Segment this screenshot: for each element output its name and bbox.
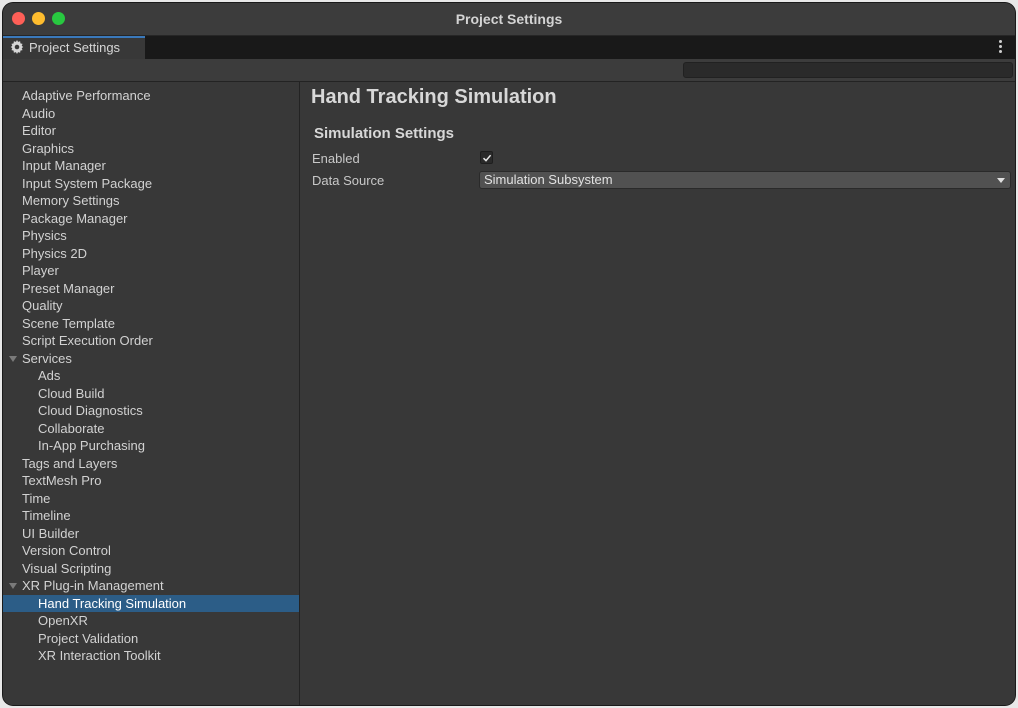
sidebar-item-label: Adaptive Performance xyxy=(22,88,151,103)
more-options-icon[interactable] xyxy=(999,40,1003,54)
tab-bar: Project Settings xyxy=(3,36,1015,59)
search-input[interactable] xyxy=(683,62,1013,78)
sidebar-item-label: In-App Purchasing xyxy=(38,438,145,453)
section-title: Simulation Settings xyxy=(314,125,455,142)
sidebar-item-label: Hand Tracking Simulation xyxy=(38,595,187,611)
data-source-value: Simulation Subsystem xyxy=(484,172,613,187)
sidebar-item-label: Collaborate xyxy=(38,420,105,436)
sidebar-item-label: Ads xyxy=(38,368,61,383)
sidebar-item[interactable]: Cloud Diagnostics xyxy=(3,402,299,420)
sidebar-item[interactable]: Adaptive Performance xyxy=(3,87,299,105)
sidebar-item[interactable]: Hand Tracking Simulation xyxy=(3,594,299,612)
sidebar-item-label: Memory Settings xyxy=(22,193,120,208)
sidebar-item[interactable]: In-App Purchasing xyxy=(3,437,299,455)
sidebar-item-label: UI Builder xyxy=(22,525,80,541)
sidebar-item-label: Preset Manager xyxy=(22,280,115,296)
toolbar xyxy=(3,59,1015,82)
sidebar-item[interactable]: Preset Manager xyxy=(3,280,299,298)
chevron-down-icon xyxy=(997,178,1005,183)
sidebar-item[interactable]: Version Control xyxy=(3,542,299,560)
tab-label: Project Settings xyxy=(29,40,121,55)
sidebar-item-label: Services xyxy=(22,350,72,366)
sidebar-item-label: Audio xyxy=(22,105,56,121)
sidebar-item[interactable]: Collaborate xyxy=(3,420,299,438)
sidebar-item[interactable]: Project Validation xyxy=(3,630,299,648)
sidebar-item[interactable]: Quality xyxy=(3,297,299,315)
sidebar-item[interactable]: Audio xyxy=(3,105,299,123)
sidebar-item-label: Version Control xyxy=(22,543,111,558)
sidebar-item[interactable]: TextMesh Pro xyxy=(3,472,299,490)
sidebar-item[interactable]: Ads xyxy=(3,367,299,385)
sidebar-item[interactable]: Graphics xyxy=(3,140,299,158)
sidebar-item[interactable]: Visual Scripting xyxy=(3,560,299,578)
title-bar: Project Settings xyxy=(3,3,1015,36)
sidebar-item[interactable]: UI Builder xyxy=(3,525,299,543)
gear-icon xyxy=(10,40,24,54)
expand-arrow-icon[interactable] xyxy=(9,355,17,362)
sidebar-item[interactable]: Time xyxy=(3,490,299,508)
sidebar-item-label: XR Interaction Toolkit xyxy=(38,648,161,663)
sidebar-item-label: Player xyxy=(22,263,59,278)
sidebar-item[interactable]: Cloud Build xyxy=(3,385,299,403)
sidebar-item-label: Cloud Diagnostics xyxy=(38,403,143,418)
sidebar-item-label: TextMesh Pro xyxy=(22,473,102,488)
checkmark-icon xyxy=(482,154,492,162)
enabled-label: Enabled xyxy=(312,151,360,166)
sidebar-item-label: Time xyxy=(22,490,51,506)
sidebar-item-label: Input Manager xyxy=(22,158,106,173)
sidebar-item[interactable]: XR Plug-in Management xyxy=(3,577,299,595)
data-source-label: Data Source xyxy=(312,173,385,188)
page-title: Hand Tracking Simulation xyxy=(311,86,557,108)
window-title: Project Settings xyxy=(455,11,563,27)
sidebar-item-label: Script Execution Order xyxy=(22,333,153,348)
data-source-dropdown[interactable]: Simulation Subsystem xyxy=(479,171,1011,189)
sidebar-item[interactable]: Player xyxy=(3,262,299,280)
enabled-checkbox[interactable] xyxy=(480,151,493,164)
expand-arrow-icon[interactable] xyxy=(9,583,17,589)
sidebar-item-label: Tags and Layers xyxy=(22,455,118,471)
sidebar-item-label: Editor xyxy=(22,123,56,138)
sidebar-item-label: Scene Template xyxy=(22,315,115,331)
sidebar-item-label: Input System Package xyxy=(22,175,153,191)
sidebar-item-label: Graphics xyxy=(22,140,75,156)
sidebar-item[interactable]: Memory Settings xyxy=(3,192,299,210)
tab-project-settings[interactable]: Project Settings xyxy=(3,36,145,59)
sidebar-item[interactable]: Input System Package xyxy=(3,175,299,193)
sidebar-item[interactable]: Physics xyxy=(3,227,299,245)
sidebar-item[interactable]: Tags and Layers xyxy=(3,455,299,473)
sidebar-item[interactable]: Timeline xyxy=(3,507,299,525)
sidebar-item-label: OpenXR xyxy=(38,613,88,628)
settings-content: Hand Tracking Simulation Simulation Sett… xyxy=(300,82,1015,705)
sidebar-item[interactable]: Scene Template xyxy=(3,315,299,333)
sidebar-item[interactable]: Package Manager xyxy=(3,210,299,228)
sidebar-item-label: Package Manager xyxy=(22,210,128,226)
sidebar-item-label: Quality xyxy=(22,298,63,313)
sidebar-item-label: Timeline xyxy=(22,508,71,523)
sidebar-item[interactable]: Script Execution Order xyxy=(3,332,299,350)
sidebar-item[interactable]: Input Manager xyxy=(3,157,299,175)
sidebar-item[interactable]: Services xyxy=(3,350,299,368)
project-settings-window: Project Settings Project Settings Adapti… xyxy=(3,3,1015,705)
sidebar-item-label: Physics 2D xyxy=(22,245,88,261)
sidebar-list: Adaptive Performance Audio Editor Graphics I… xyxy=(3,82,299,665)
sidebar-item-label: Physics xyxy=(22,228,67,243)
settings-sidebar: Adaptive Performance Audio Editor Graphics I… xyxy=(3,82,300,705)
sidebar-item-label: Cloud Build xyxy=(38,385,105,401)
sidebar-item[interactable]: Editor xyxy=(3,122,299,140)
sidebar-item[interactable]: Physics 2D xyxy=(3,245,299,263)
sidebar-item[interactable]: OpenXR xyxy=(3,612,299,630)
sidebar-item-label: Visual Scripting xyxy=(22,560,112,576)
sidebar-item[interactable]: XR Interaction Toolkit xyxy=(3,647,299,665)
sidebar-item-label: XR Plug-in Management xyxy=(22,578,164,593)
sidebar-item-label: Project Validation xyxy=(38,630,139,646)
